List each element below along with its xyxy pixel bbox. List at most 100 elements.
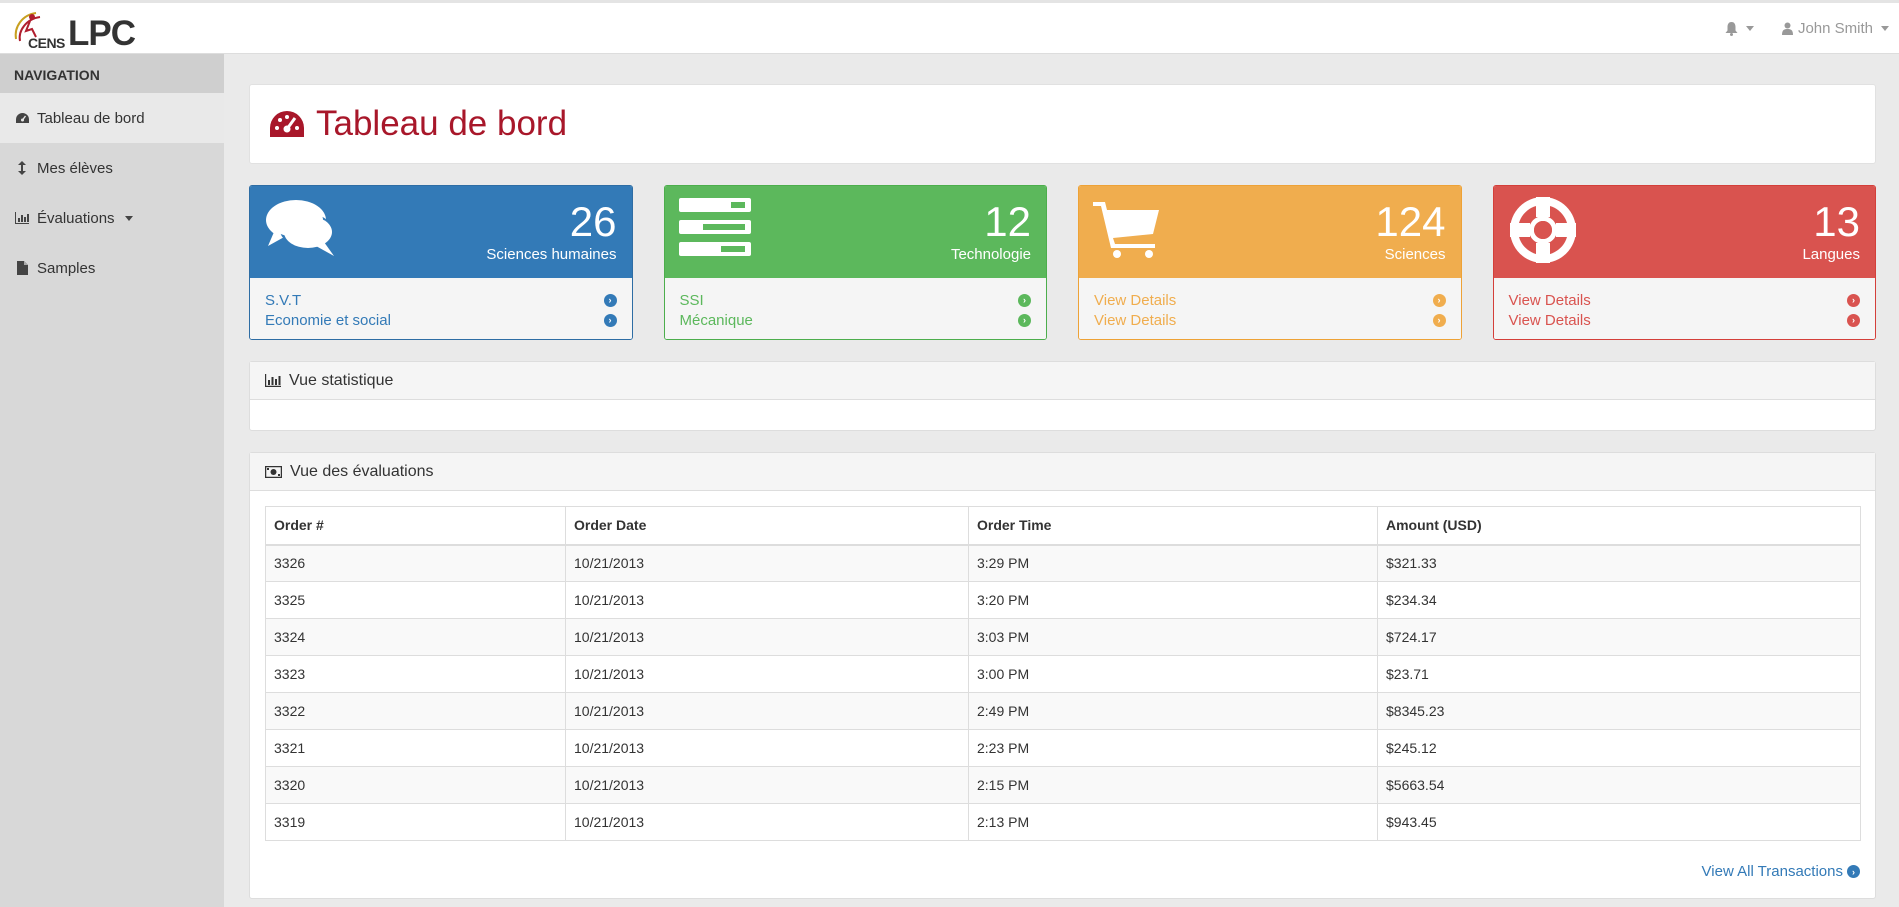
table-cell: 3319 bbox=[265, 803, 566, 841]
table-row[interactable]: 3326 10/21/2013 3:29 PM $321.33 bbox=[265, 544, 1861, 582]
table-cell: 3320 bbox=[265, 766, 566, 804]
sidebar-item-samples[interactable]: Samples bbox=[0, 243, 224, 293]
panel-title: Vue des évaluations bbox=[290, 462, 434, 480]
arrow-circle-right-icon: › bbox=[603, 293, 617, 307]
table-cell: 3324 bbox=[265, 618, 566, 656]
card-link-view-details[interactable]: View Details › bbox=[1094, 290, 1446, 310]
arrow-circle-right-icon: › bbox=[1432, 313, 1446, 327]
table-cell: 2:15 PM bbox=[968, 766, 1378, 804]
card-link-label: View Details bbox=[1094, 291, 1177, 309]
table-cell: 2:49 PM bbox=[968, 692, 1378, 730]
arrow-circle-right-icon: › bbox=[1018, 313, 1031, 327]
chevron-down-icon bbox=[1881, 26, 1889, 31]
logo-cens-text: CENS bbox=[28, 35, 65, 51]
user-name: John Smith bbox=[1797, 20, 1873, 37]
card-label: Sciences humaines bbox=[486, 246, 617, 263]
table-cell: 3325 bbox=[265, 581, 566, 619]
column-header[interactable]: Order # bbox=[265, 506, 566, 546]
table-row[interactable]: 3322 10/21/2013 2:49 PM $8345.23 bbox=[265, 692, 1861, 730]
column-header[interactable]: Order Date bbox=[565, 506, 969, 546]
tasks-icon bbox=[678, 198, 751, 260]
table-cell: 3:29 PM bbox=[968, 544, 1378, 582]
arrow-circle-right-icon: › bbox=[603, 313, 617, 327]
evaluations-panel: Vue des évaluations Order # Order Date O… bbox=[249, 452, 1876, 899]
sidebar-item-label: Mes élèves bbox=[37, 159, 113, 177]
table-cell: 2:23 PM bbox=[968, 729, 1378, 767]
table-cell: $245.12 bbox=[1377, 729, 1861, 767]
bell-icon bbox=[1725, 21, 1738, 36]
money-icon bbox=[265, 465, 282, 478]
page-title: Tableau de bord bbox=[316, 104, 568, 143]
chevron-down-icon bbox=[124, 215, 133, 221]
column-header[interactable]: Order Time bbox=[968, 506, 1378, 546]
view-all-label: View All Transactions bbox=[1701, 863, 1843, 880]
table-row[interactable]: 3321 10/21/2013 2:23 PM $245.12 bbox=[265, 729, 1861, 767]
card-link-label: View Details bbox=[1508, 311, 1591, 329]
table-cell: 10/21/2013 bbox=[565, 618, 969, 656]
arrow-circle-right-icon: › bbox=[1847, 293, 1860, 307]
comments-icon bbox=[264, 198, 336, 262]
view-all-transactions-link[interactable]: View All Transactions › bbox=[250, 841, 1875, 898]
dashboard-icon bbox=[270, 111, 304, 137]
logo-lpc-text: LPC bbox=[68, 14, 136, 53]
table-cell: 10/21/2013 bbox=[565, 655, 969, 693]
card-link-label: View Details bbox=[1508, 291, 1591, 309]
arrows-v-icon bbox=[15, 161, 29, 175]
card-link-label: Mécanique bbox=[679, 311, 753, 329]
table-row[interactable]: 3323 10/21/2013 3:00 PM $23.71 bbox=[265, 655, 1861, 693]
sidebar-item-label: Évaluations bbox=[37, 209, 115, 227]
sidebar-item-mes-eleves[interactable]: Mes élèves bbox=[0, 143, 224, 193]
bar-chart-icon bbox=[15, 211, 29, 225]
sidebar: NAVIGATION Tableau de bord Mes élèves Év… bbox=[0, 54, 224, 907]
table-cell: 3326 bbox=[265, 544, 566, 582]
sidebar-title: NAVIGATION bbox=[0, 54, 224, 93]
card-link-view-details[interactable]: View Details › bbox=[1094, 310, 1446, 330]
card-link-economie-social[interactable]: Economie et social › bbox=[265, 310, 617, 330]
user-icon bbox=[1781, 22, 1793, 35]
card-count: 12 bbox=[984, 198, 1031, 245]
table-cell: 3:00 PM bbox=[968, 655, 1378, 693]
table-cell: 3322 bbox=[265, 692, 566, 730]
arrow-circle-right-icon: › bbox=[1847, 865, 1860, 878]
table-cell: 3:03 PM bbox=[968, 618, 1378, 656]
card-count: 26 bbox=[569, 198, 617, 245]
card-link-label: Economie et social bbox=[265, 311, 391, 329]
sidebar-item-evaluations[interactable]: Évaluations bbox=[0, 193, 224, 243]
table-cell: 3323 bbox=[265, 655, 566, 693]
table-row[interactable]: 3324 10/21/2013 3:03 PM $724.17 bbox=[265, 618, 1861, 656]
table-header-row: Order # Order Date Order Time Amount (US… bbox=[265, 506, 1861, 546]
sidebar-item-dashboard[interactable]: Tableau de bord bbox=[0, 93, 224, 143]
notifications-dropdown[interactable] bbox=[1725, 21, 1754, 36]
card-label: Technologie bbox=[950, 246, 1031, 263]
stat-card-technologie: 12 Technologie SSI › Mécanique › bbox=[663, 185, 1047, 340]
table-cell: 10/21/2013 bbox=[565, 544, 969, 582]
table-row[interactable]: 3325 10/21/2013 3:20 PM $234.34 bbox=[265, 581, 1861, 619]
table-cell: $5663.54 bbox=[1377, 766, 1861, 804]
table-cell: 10/21/2013 bbox=[565, 729, 969, 767]
table-row[interactable]: 3320 10/21/2013 2:15 PM $5663.54 bbox=[265, 766, 1861, 804]
card-link-mecanique[interactable]: Mécanique › bbox=[679, 310, 1031, 330]
stats-panel: Vue statistique bbox=[249, 361, 1876, 431]
table-cell: $943.45 bbox=[1377, 803, 1861, 841]
table-cell: $234.34 bbox=[1377, 581, 1861, 619]
card-link-view-details[interactable]: View Details › bbox=[1508, 310, 1860, 330]
table-cell: 10/21/2013 bbox=[565, 581, 969, 619]
life-ring-icon bbox=[1508, 197, 1578, 269]
column-header[interactable]: Amount (USD) bbox=[1377, 506, 1861, 546]
stat-card-sciences: 124 Sciences View Details › View Details… bbox=[1078, 185, 1462, 340]
user-menu-dropdown[interactable]: John Smith bbox=[1781, 20, 1889, 37]
table-cell: 10/21/2013 bbox=[565, 692, 969, 730]
table-row[interactable]: 3319 10/21/2013 2:13 PM $943.45 bbox=[265, 803, 1861, 841]
stat-card-sciences-humaines: 26 Sciences humaines S.V.T › Economie et… bbox=[249, 185, 633, 340]
sidebar-item-label: Samples bbox=[37, 259, 96, 277]
bar-chart-icon bbox=[265, 374, 281, 387]
card-link-svt[interactable]: S.V.T › bbox=[265, 290, 617, 310]
stats-panel-body bbox=[250, 400, 1875, 430]
sidebar-item-label: Tableau de bord bbox=[37, 109, 145, 127]
card-link-view-details[interactable]: View Details › bbox=[1508, 290, 1860, 310]
file-icon bbox=[15, 261, 29, 275]
card-link-label: SSI bbox=[679, 291, 704, 309]
table-cell: 10/21/2013 bbox=[565, 803, 969, 841]
logo[interactable]: CENS LPC bbox=[12, 9, 137, 53]
card-link-ssi[interactable]: SSI › bbox=[679, 290, 1031, 310]
